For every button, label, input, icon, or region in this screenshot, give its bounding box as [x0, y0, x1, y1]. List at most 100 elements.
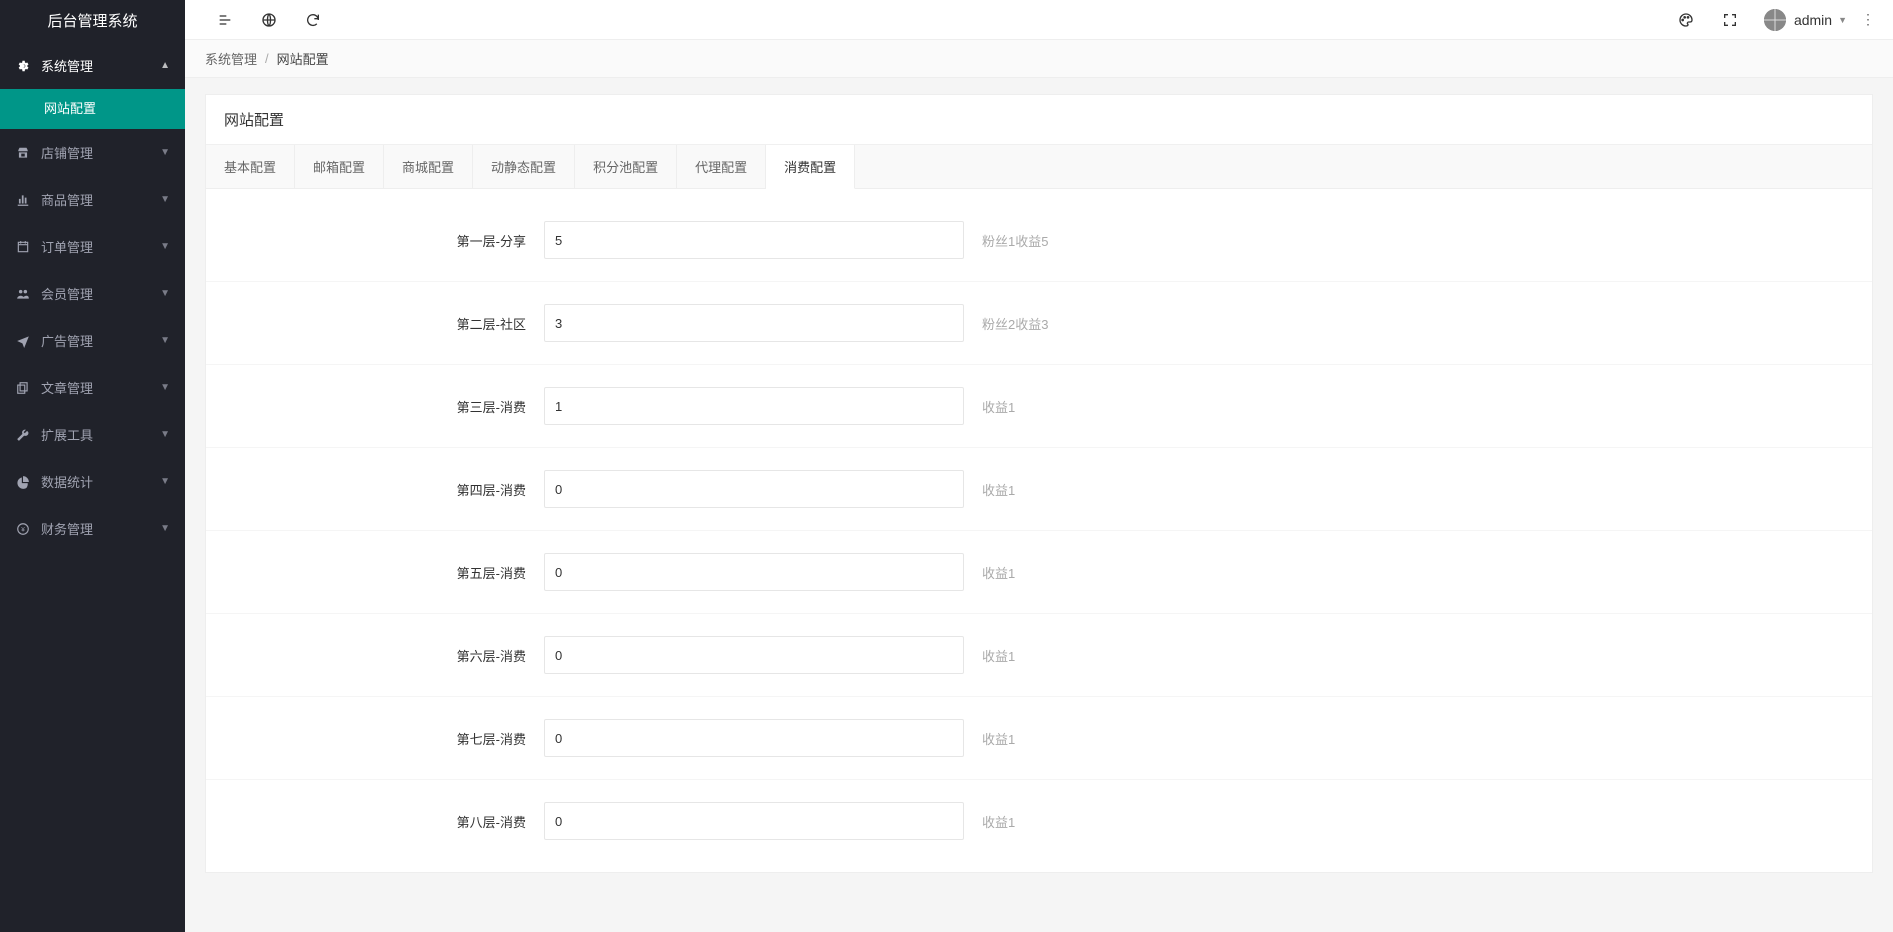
theme-button[interactable]	[1664, 0, 1708, 40]
username-label: admin	[1794, 12, 1832, 28]
copy-icon	[15, 381, 31, 395]
sidebar-item-label: 广告管理	[41, 331, 160, 350]
more-button[interactable]: ⋮	[1861, 11, 1875, 28]
refresh-button[interactable]	[291, 0, 335, 40]
sidebar-item-label: 扩展工具	[41, 425, 160, 444]
plane-icon	[15, 334, 31, 348]
avatar-icon	[1764, 9, 1786, 31]
chevron-down-icon: ▼	[160, 476, 170, 487]
form-row-level-4: 第四层-消费 收益1	[206, 448, 1872, 531]
fullscreen-button[interactable]	[1708, 0, 1752, 40]
form-row-level-2: 第二层-社区 粉丝2收益3	[206, 282, 1872, 365]
config-form: 第一层-分享 粉丝1收益5 第二层-社区 粉丝2收益3 第三层-消费 收益1	[206, 189, 1872, 872]
svg-text:¥: ¥	[21, 526, 25, 533]
sidebar-item-product[interactable]: 商品管理 ▼	[0, 176, 185, 223]
form-hint: 收益1	[982, 729, 1015, 748]
breadcrumb: 系统管理 / 网站配置	[185, 40, 1893, 78]
tab-mall[interactable]: 商城配置	[384, 145, 473, 188]
form-hint: 粉丝2收益3	[982, 314, 1048, 333]
level-4-input[interactable]	[544, 470, 964, 508]
level-6-input[interactable]	[544, 636, 964, 674]
tab-basic[interactable]: 基本配置	[206, 145, 295, 188]
sidebar-subitem-site-config[interactable]: 网站配置	[0, 89, 185, 129]
form-label: 第一层-分享	[224, 231, 544, 250]
form-label: 第五层-消费	[224, 563, 544, 582]
tab-consume[interactable]: 消费配置	[766, 145, 855, 189]
form-label: 第三层-消费	[224, 397, 544, 416]
toggle-sidebar-button[interactable]	[203, 0, 247, 40]
tab-points[interactable]: 积分池配置	[575, 145, 677, 188]
form-label: 第二层-社区	[224, 314, 544, 333]
sidebar-item-order[interactable]: 订单管理 ▼	[0, 223, 185, 270]
level-8-input[interactable]	[544, 802, 964, 840]
sidebar-item-tools[interactable]: 扩展工具 ▼	[0, 411, 185, 458]
level-3-input[interactable]	[544, 387, 964, 425]
form-hint: 收益1	[982, 563, 1015, 582]
chevron-down-icon: ▼	[160, 147, 170, 158]
form-label: 第四层-消费	[224, 480, 544, 499]
sidebar-item-ad[interactable]: 广告管理 ▼	[0, 317, 185, 364]
form-hint: 收益1	[982, 646, 1015, 665]
form-row-level-3: 第三层-消费 收益1	[206, 365, 1872, 448]
sidebar-item-label: 店铺管理	[41, 143, 160, 162]
calendar-icon	[15, 240, 31, 254]
chevron-down-icon: ▼	[160, 429, 170, 440]
user-menu[interactable]: admin ▼	[1764, 9, 1847, 31]
sidebar-item-member[interactable]: 会员管理 ▼	[0, 270, 185, 317]
form-hint: 粉丝1收益5	[982, 231, 1048, 250]
pie-chart-icon	[15, 475, 31, 489]
tab-agent[interactable]: 代理配置	[677, 145, 766, 188]
form-hint: 收益1	[982, 397, 1015, 416]
globe-button[interactable]	[247, 0, 291, 40]
level-7-input[interactable]	[544, 719, 964, 757]
form-row-level-6: 第六层-消费 收益1	[206, 614, 1872, 697]
sidebar-item-system[interactable]: 系统管理 ▲	[0, 42, 185, 89]
content-area: 网站配置 基本配置 邮箱配置 商城配置 动静态配置 积分池配置 代理配置 消费配…	[185, 78, 1893, 932]
top-header: admin ▼ ⋮	[185, 0, 1893, 40]
level-2-input[interactable]	[544, 304, 964, 342]
form-row-level-7: 第七层-消费 收益1	[206, 697, 1872, 780]
sidebar-item-article[interactable]: 文章管理 ▼	[0, 364, 185, 411]
sidebar-item-finance[interactable]: ¥ 财务管理 ▼	[0, 505, 185, 552]
card-title: 网站配置	[206, 95, 1872, 145]
form-row-level-1: 第一层-分享 粉丝1收益5	[206, 199, 1872, 282]
wrench-icon	[15, 428, 31, 442]
chevron-down-icon: ▼	[160, 194, 170, 205]
form-hint: 收益1	[982, 812, 1015, 831]
bar-chart-icon	[15, 193, 31, 207]
breadcrumb-parent[interactable]: 系统管理	[205, 49, 257, 68]
chevron-down-icon: ▼	[160, 241, 170, 252]
sidebar-item-label: 文章管理	[41, 378, 160, 397]
users-icon	[15, 287, 31, 301]
chevron-down-icon: ▼	[160, 288, 170, 299]
sidebar-item-label: 财务管理	[41, 519, 160, 538]
form-label: 第八层-消费	[224, 812, 544, 831]
sidebar: 后台管理系统 系统管理 ▲ 网站配置 店铺管理 ▼ 商品管理 ▼ 订单管理	[0, 0, 185, 932]
sidebar-item-label: 订单管理	[41, 237, 160, 256]
store-icon	[15, 146, 31, 160]
form-hint: 收益1	[982, 480, 1015, 499]
gear-icon	[15, 59, 31, 73]
chevron-down-icon: ▼	[1838, 15, 1847, 25]
level-1-input[interactable]	[544, 221, 964, 259]
sidebar-menu: 系统管理 ▲ 网站配置 店铺管理 ▼ 商品管理 ▼ 订单管理 ▼ 会	[0, 40, 185, 932]
sidebar-item-shop[interactable]: 店铺管理 ▼	[0, 129, 185, 176]
config-card: 网站配置 基本配置 邮箱配置 商城配置 动静态配置 积分池配置 代理配置 消费配…	[205, 94, 1873, 873]
level-5-input[interactable]	[544, 553, 964, 591]
chevron-down-icon: ▼	[160, 523, 170, 534]
form-row-level-8: 第八层-消费 收益1	[206, 780, 1872, 862]
tab-email[interactable]: 邮箱配置	[295, 145, 384, 188]
form-row-level-5: 第五层-消费 收益1	[206, 531, 1872, 614]
form-label: 第七层-消费	[224, 729, 544, 748]
sidebar-item-label: 数据统计	[41, 472, 160, 491]
tab-static[interactable]: 动静态配置	[473, 145, 575, 188]
tab-bar: 基本配置 邮箱配置 商城配置 动静态配置 积分池配置 代理配置 消费配置	[206, 145, 1872, 189]
chevron-down-icon: ▼	[160, 382, 170, 393]
sidebar-item-label: 系统管理	[41, 56, 160, 75]
sidebar-item-label: 商品管理	[41, 190, 160, 209]
sidebar-item-label: 会员管理	[41, 284, 160, 303]
sidebar-item-stats[interactable]: 数据统计 ▼	[0, 458, 185, 505]
main: admin ▼ ⋮ 系统管理 / 网站配置 网站配置 基本配置 邮箱配置 商城配…	[185, 0, 1893, 932]
breadcrumb-current: 网站配置	[277, 49, 329, 68]
chevron-up-icon: ▲	[160, 60, 170, 71]
